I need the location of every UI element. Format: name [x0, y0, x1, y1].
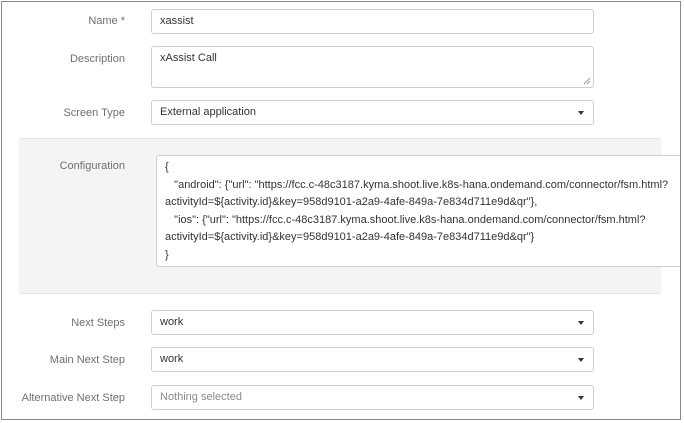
screen-type-label: Screen Type — [63, 107, 125, 119]
description-textarea[interactable]: xAssist Call — [151, 46, 594, 88]
main-next-step-value: work — [160, 353, 184, 365]
next-steps-select[interactable]: work — [151, 310, 594, 335]
configuration-textarea[interactable]: { "android": {"url": "https://fcc.c-48c3… — [156, 155, 680, 267]
config-line: "ios": {"url": "https://fcc.c-48c3187.ky… — [165, 213, 646, 226]
alternative-next-step-placeholder: Nothing selected — [160, 391, 242, 403]
caret-down-icon — [578, 358, 584, 362]
alternative-next-step-select[interactable]: Nothing selected — [151, 385, 594, 410]
next-steps-label: Next Steps — [71, 317, 125, 329]
config-line: { — [165, 161, 169, 173]
alternative-next-step-label: Alternative Next Step — [21, 392, 125, 404]
config-line: activityId=${activity.id}&key=958d9101-a… — [165, 196, 538, 208]
main-next-step-label: Main Next Step — [49, 354, 125, 366]
resize-handle-icon[interactable] — [583, 77, 591, 85]
description-value: xAssist Call — [160, 52, 217, 64]
main-next-step-select[interactable]: work — [151, 347, 594, 372]
screen-type-select[interactable]: External application — [151, 100, 594, 125]
name-input[interactable]: xassist — [151, 9, 594, 34]
config-line: } — [165, 248, 169, 261]
name-label: Name * — [88, 15, 125, 27]
config-line: activityId=${activity.id}&key=958d9101-a… — [165, 231, 535, 243]
caret-down-icon — [578, 396, 584, 400]
caret-down-icon — [578, 111, 584, 115]
configuration-label: Configuration — [59, 160, 125, 172]
caret-down-icon — [578, 321, 584, 325]
next-steps-value: work — [160, 316, 184, 328]
config-line: "android": {"url": "https://fcc.c-48c318… — [165, 178, 669, 191]
description-label: Description — [69, 53, 125, 65]
form-panel: Name * xassist Description xAssist Call … — [1, 1, 681, 420]
screen-type-value: External application — [160, 106, 257, 118]
